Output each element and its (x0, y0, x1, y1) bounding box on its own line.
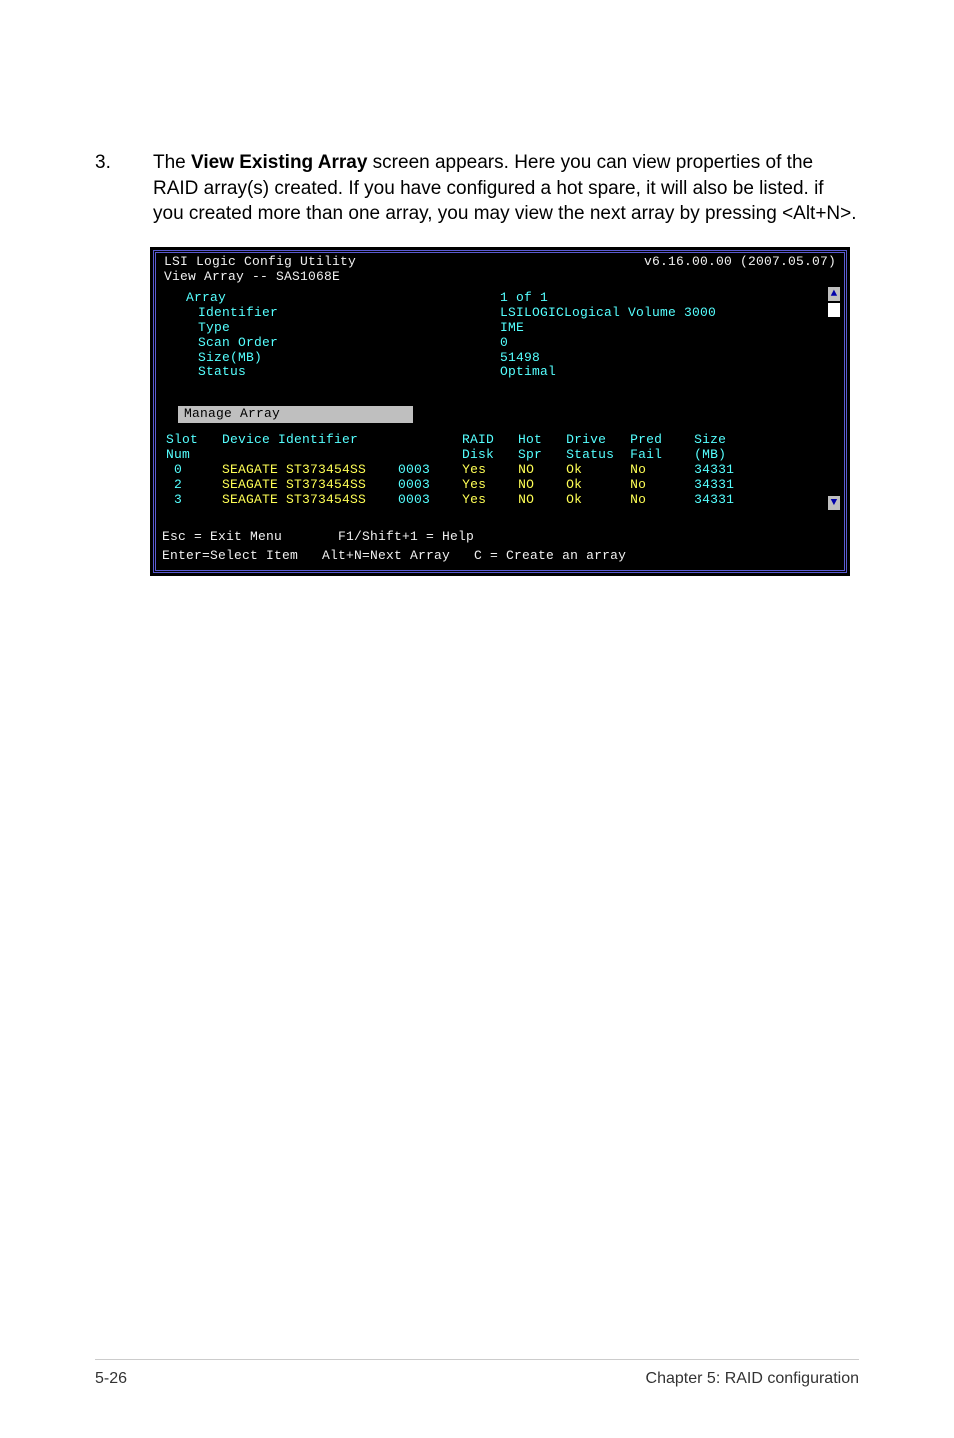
terminal-screenshot: LSI Logic Config Utility View Array -- S… (150, 247, 850, 576)
step-prefix: The (153, 152, 191, 173)
value-size: 51498 (500, 351, 834, 366)
terminal-version: v6.16.00.00 (2007.05.07) (644, 255, 836, 285)
step-item: 3. The View Existing Array screen appear… (95, 150, 859, 227)
scroll-up-icon[interactable]: ▲ (828, 287, 840, 301)
table-header-1: Slot Device Identifier RAID Hot Drive Pr… (166, 433, 840, 448)
label-scan-order: Scan Order (186, 336, 490, 351)
terminal-footer-2: Enter=Select Item Alt+N=Next Array C = C… (156, 547, 844, 566)
label-identifier: Identifier (186, 306, 490, 321)
terminal-title-1: LSI Logic Config Utility (164, 255, 356, 270)
footer-divider (95, 1359, 859, 1360)
table-row: 0 SEAGATE ST373454SS 0003 Yes NO Ok No 3… (166, 463, 840, 478)
terminal-titlebar: LSI Logic Config Utility View Array -- S… (156, 253, 844, 287)
manage-array-item[interactable]: Manage Array (178, 406, 413, 423)
terminal-title-2: View Array -- SAS1068E (164, 270, 356, 285)
step-text: The View Existing Array screen appears. … (153, 150, 859, 227)
label-size: Size(MB) (186, 351, 490, 366)
value-type: IME (500, 321, 834, 336)
chapter-title: Chapter 5: RAID configuration (646, 1370, 859, 1388)
page-number: 5-26 (95, 1370, 127, 1388)
value-identifier: LSILOGICLogical Volume 3000 (500, 306, 834, 321)
scroll-down-icon[interactable]: ▼ (828, 496, 840, 510)
label-type: Type (186, 321, 490, 336)
device-table: Slot Device Identifier RAID Hot Drive Pr… (156, 431, 844, 514)
array-properties-panel: Array Identifier Type Scan Order Size(MB… (156, 287, 844, 385)
table-row: 3 SEAGATE ST373454SS 0003 Yes NO Ok No 3… (166, 493, 840, 508)
value-status: Optimal (500, 365, 834, 380)
step-number: 3. (95, 150, 113, 227)
terminal-footer-1: Esc = Exit Menu F1/Shift+1 = Help (156, 528, 844, 547)
scroll-thumb[interactable] (828, 303, 840, 317)
label-array: Array (186, 291, 490, 306)
page-footer: 5-26 Chapter 5: RAID configuration (95, 1370, 859, 1388)
table-header-2: Num Disk Spr Status Fail (MB) (166, 448, 840, 463)
step-bold: View Existing Array (191, 152, 367, 173)
table-row: 2 SEAGATE ST373454SS 0003 Yes NO Ok No 3… (166, 478, 840, 493)
label-status: Status (186, 365, 490, 380)
value-array: 1 of 1 (500, 291, 834, 306)
value-scan-order: 0 (500, 336, 834, 351)
